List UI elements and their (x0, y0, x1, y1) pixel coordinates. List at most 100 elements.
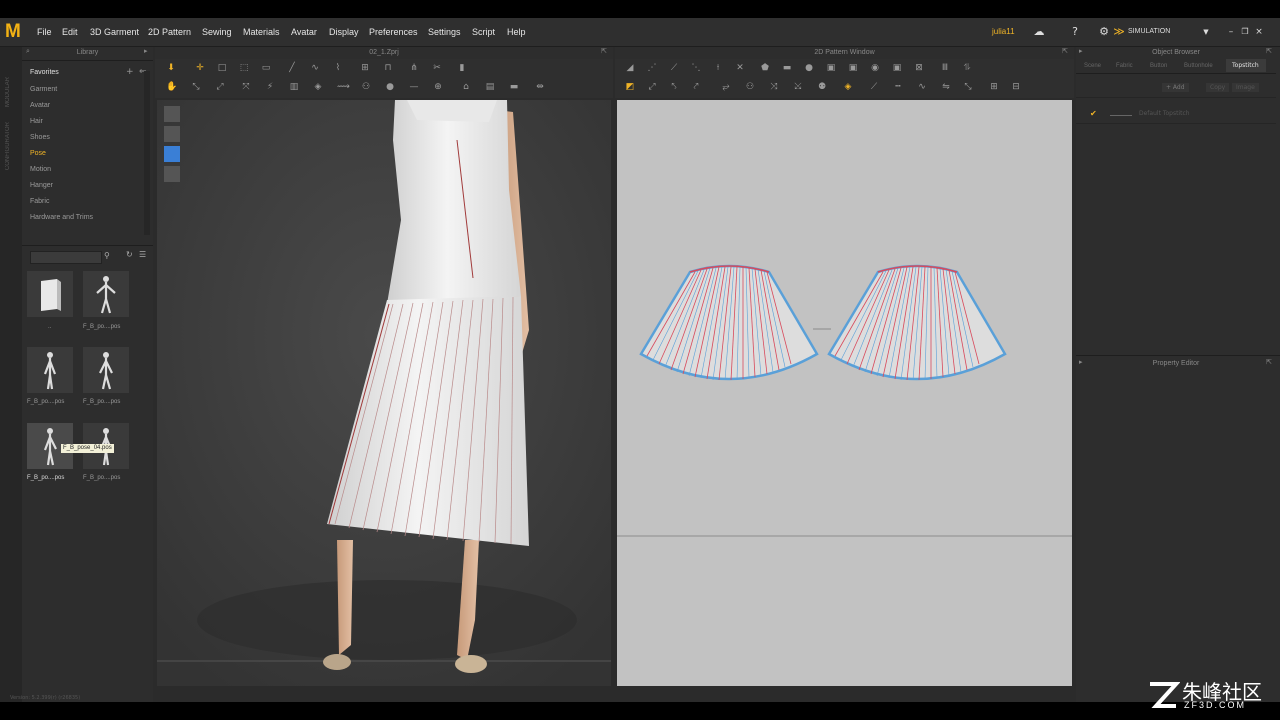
thumbnail-pose-1[interactable] (83, 271, 129, 317)
topstitch-2d-icon[interactable]: ⚉ (817, 82, 827, 92)
fold-icon[interactable]: ⌇ (333, 63, 343, 73)
menu-script[interactable]: Script (472, 18, 495, 46)
arrange-icon[interactable]: ⤢ (215, 82, 225, 92)
search-icon[interactable]: ⚲ (104, 251, 110, 260)
library-item-shoes[interactable]: Shoes (30, 134, 50, 141)
seam-icon[interactable]: ✕ (735, 63, 745, 73)
expand-icon[interactable]: ▸ (1079, 47, 1083, 55)
image-button[interactable]: Image (1232, 83, 1259, 92)
rectangle-icon[interactable]: ▬ (782, 63, 792, 73)
library-item-favorites[interactable]: Favorites (30, 69, 59, 76)
topstitch-item[interactable]: Default Topstitch (1139, 110, 1190, 117)
hole-icon[interactable]: ⤩ (793, 82, 803, 92)
close-icon[interactable]: × (1252, 25, 1266, 39)
3d-viewport[interactable] (157, 100, 611, 686)
minimize-icon[interactable]: – (1224, 25, 1238, 39)
expand-icon[interactable]: ▸ (1079, 358, 1083, 366)
annotation-icon[interactable]: ⤡ (963, 82, 973, 92)
tab-fabric[interactable]: Fabric (1116, 60, 1133, 72)
pattern-pieces[interactable] (617, 100, 1072, 686)
rect-icon[interactable]: ▭ (261, 63, 271, 73)
cloud-icon[interactable]: ☁ (1032, 25, 1046, 39)
chevron-down-icon[interactable]: ▼ (1199, 25, 1213, 39)
topstitch-icon[interactable]: ⟿ (337, 82, 350, 92)
button-icon[interactable]: ▥ (289, 82, 299, 92)
segment-sew-icon[interactable]: ⤢ (647, 82, 657, 92)
simulation-mode-select[interactable]: SIMULATION (1128, 18, 1170, 46)
thumbnail-pose-3[interactable] (83, 347, 129, 393)
library-item-garment[interactable]: Garment (30, 86, 57, 93)
point-icon[interactable]: ● (385, 82, 395, 92)
2d-pattern-canvas[interactable] (617, 100, 1072, 686)
menu-avatar[interactable]: Avatar (291, 18, 317, 46)
avatar-tool-icon[interactable]: ✋ (166, 82, 177, 92)
avatar-render[interactable] (157, 100, 611, 686)
add-point-icon[interactable]: ⋱ (691, 63, 701, 73)
free-sew-icon[interactable]: ⤣ (669, 82, 679, 92)
tack-icon[interactable]: ⊞ (360, 63, 370, 73)
pleat-icon[interactable]: Ⅲ (940, 63, 950, 73)
view-skin-icon[interactable] (164, 166, 180, 182)
library-item-hanger[interactable]: Hanger (30, 182, 53, 189)
maximize-icon[interactable]: ⇱ (1266, 358, 1272, 366)
menu-sewing[interactable]: Sewing (202, 18, 232, 46)
library-item-motion[interactable]: Motion (30, 166, 51, 173)
menu-materials[interactable]: Materials (243, 18, 280, 46)
select-tool-icon[interactable]: ⬇ (166, 63, 176, 73)
library-item-fabric[interactable]: Fabric (30, 198, 49, 205)
line-tool-icon[interactable]: — (409, 82, 419, 92)
view-garment-icon[interactable] (164, 106, 180, 122)
transform-pattern-icon[interactable]: ◢ (625, 63, 635, 73)
elastic-icon[interactable]: ⚇ (745, 82, 755, 92)
library-item-pose[interactable]: Pose (30, 150, 46, 157)
menu-settings[interactable]: Settings (428, 18, 461, 46)
internal-polygon-icon[interactable]: ▣ (826, 63, 836, 73)
circle-icon[interactable]: ● (804, 63, 814, 73)
thumbnail-pose-2[interactable] (27, 347, 73, 393)
polygon-icon[interactable]: ⬟ (760, 63, 770, 73)
pin-icon[interactable]: ⌕ (26, 47, 30, 56)
tab-topstitch[interactable]: Topstitch (1226, 59, 1266, 72)
menu-3d-garment[interactable]: 3D Garment (90, 18, 139, 46)
edit-curve-icon[interactable]: ⟋ (669, 63, 679, 73)
help-icon[interactable]: ? (1068, 25, 1082, 39)
settings-icon[interactable]: ⚙ (1097, 25, 1111, 39)
edit-point-icon[interactable]: ⋰ (647, 63, 657, 73)
library-search-input[interactable] (30, 251, 102, 264)
piping-icon[interactable]: ◈ (843, 82, 853, 92)
maximize-icon[interactable]: ⇱ (1266, 47, 1272, 55)
pin-icon[interactable]: ⊓ (383, 63, 393, 73)
wave-icon[interactable]: ∿ (917, 82, 927, 92)
tab-configurator[interactable]: CONFIGURATOR (5, 122, 11, 170)
grain-icon[interactable]: ⇋ (941, 82, 951, 92)
tab-button[interactable]: Button (1150, 60, 1167, 72)
internal-circle-icon[interactable]: ◉ (870, 63, 880, 73)
buttonhole-icon[interactable]: ◈ (313, 82, 323, 92)
menu-edit[interactable]: Edit (62, 18, 78, 46)
library-item-hair[interactable]: Hair (30, 118, 43, 125)
sew-check-icon[interactable]: ⤤ (691, 82, 701, 92)
menu-preferences[interactable]: Preferences (369, 18, 418, 46)
line-icon[interactable]: ╱ (287, 63, 297, 73)
menu-help[interactable]: Help (507, 18, 526, 46)
dart-icon[interactable]: ▣ (892, 63, 902, 73)
zipper-icon[interactable]: ⚡ (265, 82, 275, 92)
view-texture-icon[interactable] (164, 146, 180, 162)
fold-arrangement-icon[interactable]: ⥮ (962, 63, 972, 73)
dashed-line-icon[interactable]: ┅ (893, 82, 903, 92)
library-scrollbar[interactable] (144, 71, 150, 235)
restore-icon[interactable]: ❐ (1238, 25, 1252, 39)
tab-buttonhole[interactable]: Buttonhole (1184, 60, 1213, 72)
shape-icon[interactable]: ▬ (509, 82, 519, 92)
box-select-icon[interactable]: □ (217, 63, 227, 73)
trace-icon[interactable]: ⊠ (914, 63, 924, 73)
menu-2d-pattern[interactable]: 2D Pattern (148, 18, 191, 46)
add-icon[interactable]: + (126, 67, 134, 77)
curve-icon[interactable]: ∿ (310, 63, 320, 73)
refresh-icon[interactable]: ↻ (126, 250, 133, 259)
maximize-icon[interactable]: ⇱ (1062, 47, 1068, 55)
internal-rect-icon[interactable]: ▣ (848, 63, 858, 73)
list-view-icon[interactable]: ☰ (139, 250, 146, 259)
fit-icon[interactable]: ⤡ (191, 82, 201, 92)
texture-icon[interactable]: ⊕ (433, 82, 443, 92)
